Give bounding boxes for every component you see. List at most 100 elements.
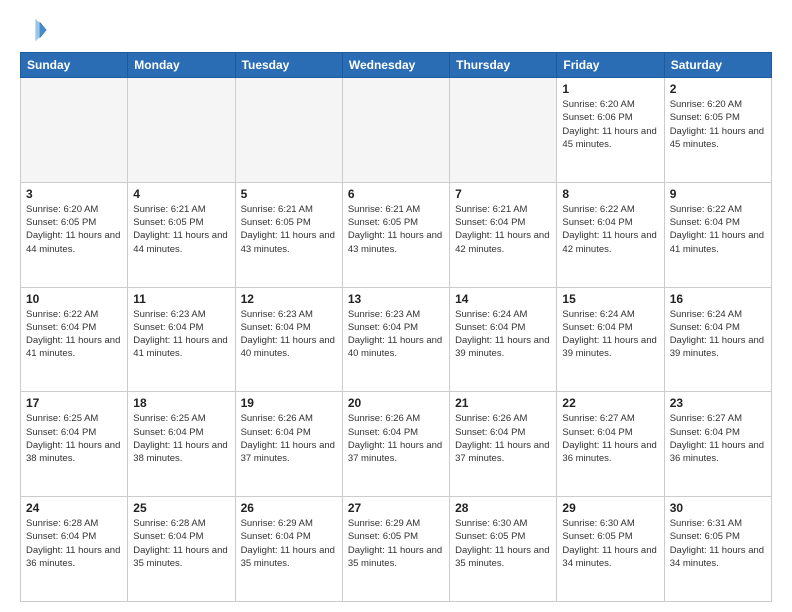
day-info: Sunrise: 6:22 AM Sunset: 6:04 PM Dayligh… xyxy=(562,203,658,256)
day-info: Sunrise: 6:21 AM Sunset: 6:04 PM Dayligh… xyxy=(455,203,551,256)
day-cell: 21 Sunrise: 6:26 AM Sunset: 6:04 PM Dayli… xyxy=(450,392,557,497)
header xyxy=(20,16,772,44)
day-cell: 20 Sunrise: 6:26 AM Sunset: 6:04 PM Dayli… xyxy=(342,392,449,497)
day-number: 11 xyxy=(133,292,229,306)
day-number: 20 xyxy=(348,396,444,410)
day-number: 3 xyxy=(26,187,122,201)
week-row-1: 1 Sunrise: 6:20 AM Sunset: 6:06 PM Daylig… xyxy=(21,78,772,183)
weekday-header-saturday: Saturday xyxy=(664,53,771,78)
day-info: Sunrise: 6:26 AM Sunset: 6:04 PM Dayligh… xyxy=(455,412,551,465)
day-cell: 10 Sunrise: 6:22 AM Sunset: 6:04 PM Dayli… xyxy=(21,287,128,392)
day-cell: 30 Sunrise: 6:31 AM Sunset: 6:05 PM Dayli… xyxy=(664,497,771,602)
page: SundayMondayTuesdayWednesdayThursdayFrid… xyxy=(0,0,792,612)
day-cell: 19 Sunrise: 6:26 AM Sunset: 6:04 PM Dayli… xyxy=(235,392,342,497)
day-number: 5 xyxy=(241,187,337,201)
day-info: Sunrise: 6:23 AM Sunset: 6:04 PM Dayligh… xyxy=(241,308,337,361)
day-info: Sunrise: 6:30 AM Sunset: 6:05 PM Dayligh… xyxy=(562,517,658,570)
day-number: 23 xyxy=(670,396,766,410)
day-cell: 29 Sunrise: 6:30 AM Sunset: 6:05 PM Dayli… xyxy=(557,497,664,602)
day-cell: 23Sunrise: 6:27 AM Sunset: 6:04 PM Dayli… xyxy=(664,392,771,497)
day-cell: 1 Sunrise: 6:20 AM Sunset: 6:06 PM Daylig… xyxy=(557,78,664,183)
day-cell: 8 Sunrise: 6:22 AM Sunset: 6:04 PM Daylig… xyxy=(557,182,664,287)
week-row-2: 3 Sunrise: 6:20 AM Sunset: 6:05 PM Daylig… xyxy=(21,182,772,287)
day-info: Sunrise: 6:28 AM Sunset: 6:04 PM Dayligh… xyxy=(133,517,229,570)
day-info: Sunrise: 6:25 AM Sunset: 6:04 PM Dayligh… xyxy=(26,412,122,465)
day-number: 17 xyxy=(26,396,122,410)
week-row-4: 17 Sunrise: 6:25 AM Sunset: 6:04 PM Dayli… xyxy=(21,392,772,497)
day-info: Sunrise: 6:23 AM Sunset: 6:04 PM Dayligh… xyxy=(133,308,229,361)
day-info: Sunrise: 6:26 AM Sunset: 6:04 PM Dayligh… xyxy=(241,412,337,465)
week-row-3: 10 Sunrise: 6:22 AM Sunset: 6:04 PM Dayli… xyxy=(21,287,772,392)
day-cell: 5 Sunrise: 6:21 AM Sunset: 6:05 PM Daylig… xyxy=(235,182,342,287)
day-info: Sunrise: 6:22 AM Sunset: 6:04 PM Dayligh… xyxy=(26,308,122,361)
day-info: Sunrise: 6:21 AM Sunset: 6:05 PM Dayligh… xyxy=(133,203,229,256)
day-info: Sunrise: 6:20 AM Sunset: 6:05 PM Dayligh… xyxy=(670,98,766,151)
day-info: Sunrise: 6:24 AM Sunset: 6:04 PM Dayligh… xyxy=(670,308,766,361)
day-cell: 15 Sunrise: 6:24 AM Sunset: 6:04 PM Dayli… xyxy=(557,287,664,392)
logo xyxy=(20,16,52,44)
day-number: 24 xyxy=(26,501,122,515)
day-number: 26 xyxy=(241,501,337,515)
day-number: 29 xyxy=(562,501,658,515)
day-info: Sunrise: 6:25 AM Sunset: 6:04 PM Dayligh… xyxy=(133,412,229,465)
day-number: 13 xyxy=(348,292,444,306)
day-info: Sunrise: 6:29 AM Sunset: 6:05 PM Dayligh… xyxy=(348,517,444,570)
weekday-header-sunday: Sunday xyxy=(21,53,128,78)
day-number: 19 xyxy=(241,396,337,410)
weekday-header-tuesday: Tuesday xyxy=(235,53,342,78)
day-cell: 13 Sunrise: 6:23 AM Sunset: 6:04 PM Dayli… xyxy=(342,287,449,392)
day-cell: 16 Sunrise: 6:24 AM Sunset: 6:04 PM Dayli… xyxy=(664,287,771,392)
day-number: 8 xyxy=(562,187,658,201)
day-number: 21 xyxy=(455,396,551,410)
day-cell: 24Sunrise: 6:28 AM Sunset: 6:04 PM Dayli… xyxy=(21,497,128,602)
weekday-header-wednesday: Wednesday xyxy=(342,53,449,78)
day-info: Sunrise: 6:20 AM Sunset: 6:05 PM Dayligh… xyxy=(26,203,122,256)
day-number: 12 xyxy=(241,292,337,306)
day-number: 16 xyxy=(670,292,766,306)
day-info: Sunrise: 6:20 AM Sunset: 6:06 PM Dayligh… xyxy=(562,98,658,151)
day-number: 15 xyxy=(562,292,658,306)
calendar-table: SundayMondayTuesdayWednesdayThursdayFrid… xyxy=(20,52,772,602)
weekday-header-monday: Monday xyxy=(128,53,235,78)
day-cell: 25Sunrise: 6:28 AM Sunset: 6:04 PM Dayli… xyxy=(128,497,235,602)
day-info: Sunrise: 6:30 AM Sunset: 6:05 PM Dayligh… xyxy=(455,517,551,570)
day-info: Sunrise: 6:31 AM Sunset: 6:05 PM Dayligh… xyxy=(670,517,766,570)
calendar: SundayMondayTuesdayWednesdayThursdayFrid… xyxy=(20,52,772,602)
day-info: Sunrise: 6:27 AM Sunset: 6:04 PM Dayligh… xyxy=(562,412,658,465)
weekday-header-friday: Friday xyxy=(557,53,664,78)
day-number: 18 xyxy=(133,396,229,410)
day-number: 1 xyxy=(562,82,658,96)
day-number: 27 xyxy=(348,501,444,515)
day-number: 10 xyxy=(26,292,122,306)
day-cell: 11 Sunrise: 6:23 AM Sunset: 6:04 PM Dayli… xyxy=(128,287,235,392)
logo-icon xyxy=(20,16,48,44)
weekday-header-thursday: Thursday xyxy=(450,53,557,78)
day-cell: 12 Sunrise: 6:23 AM Sunset: 6:04 PM Dayli… xyxy=(235,287,342,392)
day-cell: 22Sunrise: 6:27 AM Sunset: 6:04 PM Dayli… xyxy=(557,392,664,497)
day-cell xyxy=(342,78,449,183)
day-number: 7 xyxy=(455,187,551,201)
day-number: 9 xyxy=(670,187,766,201)
day-info: Sunrise: 6:24 AM Sunset: 6:04 PM Dayligh… xyxy=(562,308,658,361)
day-cell: 26Sunrise: 6:29 AM Sunset: 6:04 PM Dayli… xyxy=(235,497,342,602)
day-cell: 3 Sunrise: 6:20 AM Sunset: 6:05 PM Daylig… xyxy=(21,182,128,287)
day-cell: 27 Sunrise: 6:29 AM Sunset: 6:05 PM Dayli… xyxy=(342,497,449,602)
day-info: Sunrise: 6:21 AM Sunset: 6:05 PM Dayligh… xyxy=(348,203,444,256)
day-cell: 17 Sunrise: 6:25 AM Sunset: 6:04 PM Dayli… xyxy=(21,392,128,497)
day-cell: 14 Sunrise: 6:24 AM Sunset: 6:04 PM Dayli… xyxy=(450,287,557,392)
day-info: Sunrise: 6:22 AM Sunset: 6:04 PM Dayligh… xyxy=(670,203,766,256)
day-info: Sunrise: 6:23 AM Sunset: 6:04 PM Dayligh… xyxy=(348,308,444,361)
day-number: 14 xyxy=(455,292,551,306)
day-cell xyxy=(21,78,128,183)
week-row-5: 24 Sunrise: 6:28 AM Sunset: 6:04 PM Dayli… xyxy=(21,497,772,602)
weekday-header-row: SundayMondayTuesdayWednesdayThursdayFrid… xyxy=(21,53,772,78)
day-number: 28 xyxy=(455,501,551,515)
day-cell: 4Sunrise: 6:21 AM Sunset: 6:05 PM Daylig… xyxy=(128,182,235,287)
day-number: 30 xyxy=(670,501,766,515)
day-cell: 2Sunrise: 6:20 AM Sunset: 6:05 PM Daylig… xyxy=(664,78,771,183)
day-cell: 28 Sunrise: 6:30 AM Sunset: 6:05 PM Dayli… xyxy=(450,497,557,602)
day-info: Sunrise: 6:26 AM Sunset: 6:04 PM Dayligh… xyxy=(348,412,444,465)
day-info: Sunrise: 6:21 AM Sunset: 6:05 PM Dayligh… xyxy=(241,203,337,256)
day-info: Sunrise: 6:24 AM Sunset: 6:04 PM Dayligh… xyxy=(455,308,551,361)
day-cell xyxy=(450,78,557,183)
